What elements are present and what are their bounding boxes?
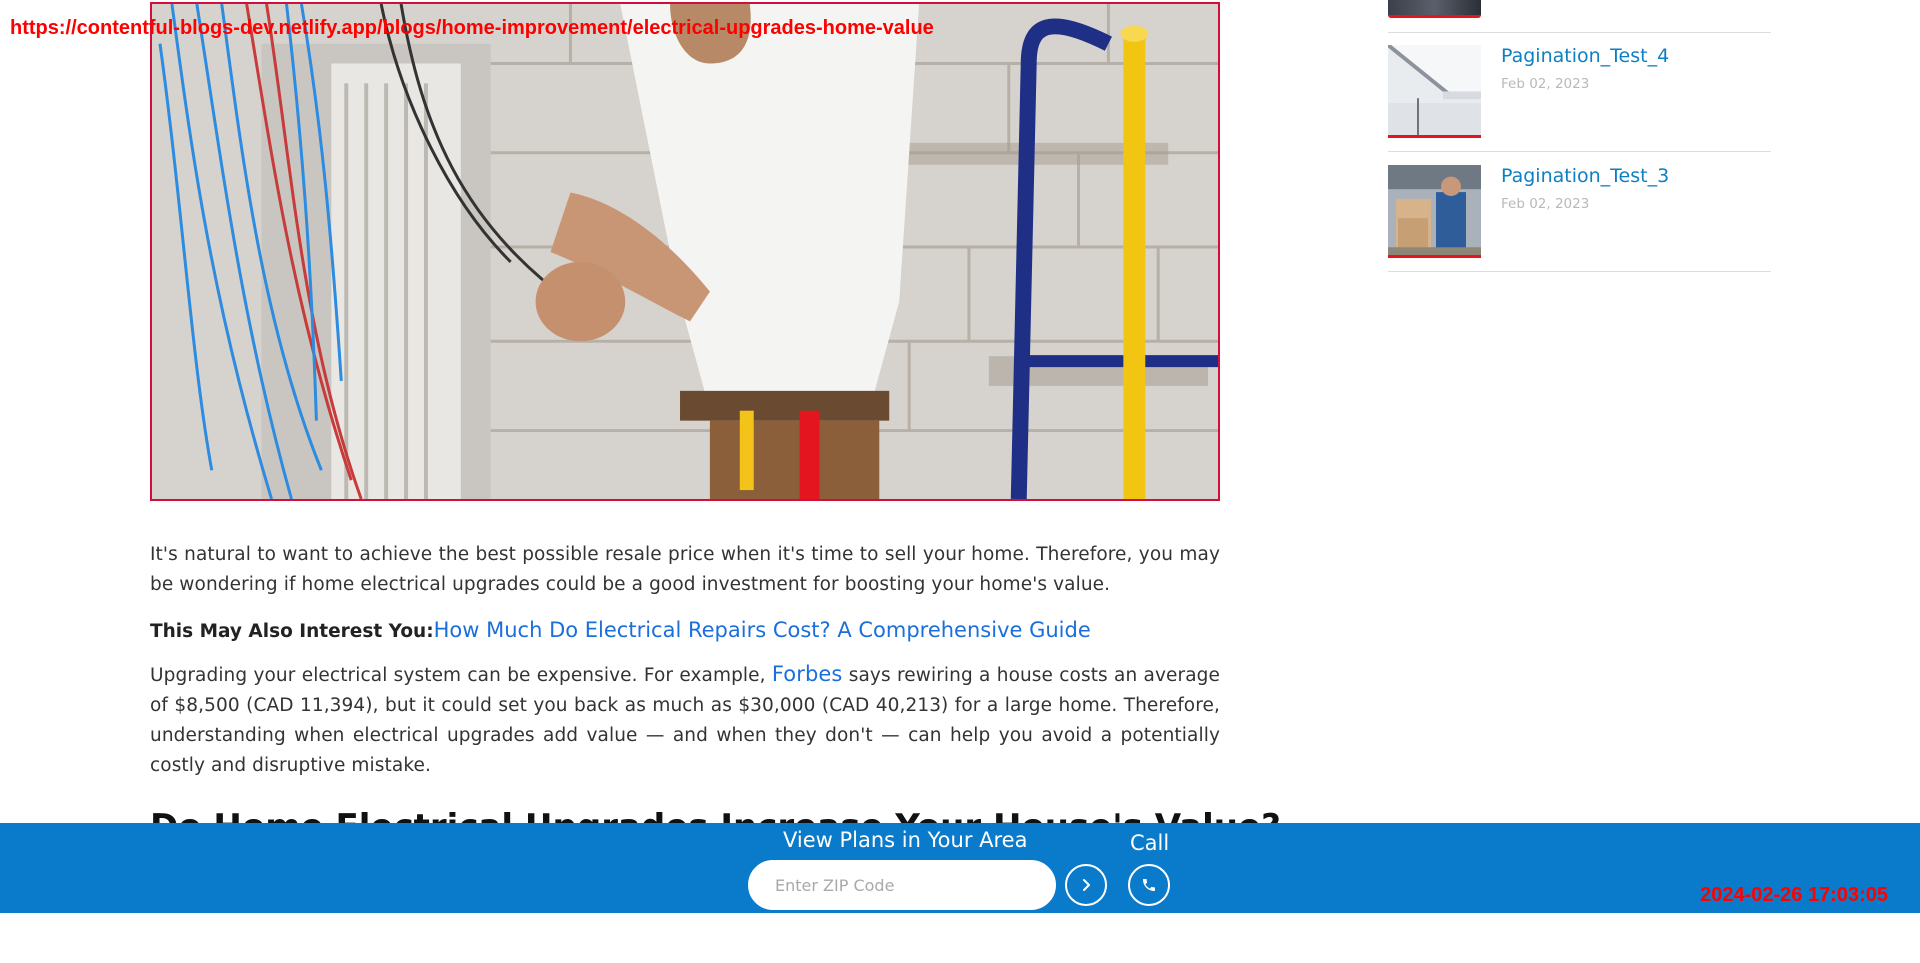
view-plans-label: View Plans in Your Area: [783, 828, 1028, 852]
sidebar-post-date: Feb 02, 2023: [1501, 76, 1590, 92]
hero-image-electrician: [150, 2, 1220, 501]
article-body: It's natural to want to achieve the best…: [150, 540, 1281, 847]
article-cost-paragraph: Upgrading your electrical system can be …: [150, 659, 1220, 781]
sidebar-post-thumbnail[interactable]: [1388, 45, 1481, 138]
sidebar-post-item[interactable]: Pagination_Test_4 Feb 02, 2023: [1388, 45, 1771, 138]
sidebar-post-item[interactable]: Pagination_Test_3 Feb 02, 2023: [1388, 165, 1771, 258]
related-article-link[interactable]: How Much Do Electrical Repairs Cost? A C…: [434, 618, 1091, 642]
sidebar-post-date: Feb 02, 2023: [1501, 196, 1590, 212]
sidebar-thumbnail-partial[interactable]: [1388, 0, 1481, 18]
roof-gutter-thumbnail-image: [1388, 45, 1481, 135]
sticky-plans-bar: View Plans in Your Area Call: [0, 823, 1920, 913]
moving-boxes-thumbnail-image: [1388, 165, 1481, 255]
sidebar-divider: [1388, 32, 1771, 33]
phone-icon: [1143, 879, 1155, 891]
page-url-overlay: https://contentful-blogs-dev.netlify.app…: [10, 17, 934, 39]
cost-paragraph-lead: Upgrading your electrical system can be …: [150, 665, 772, 686]
capture-timestamp-overlay: 2024-02-26 17:03:05: [1700, 884, 1888, 906]
electrician-illustration: [152, 4, 1218, 499]
article-intro-paragraph: It's natural to want to achieve the best…: [150, 544, 1220, 595]
sidebar-post-thumbnail[interactable]: [1388, 165, 1481, 258]
related-article-label: This May Also Interest You:: [150, 621, 434, 642]
call-button[interactable]: [1128, 864, 1170, 906]
sidebar-divider: [1388, 271, 1771, 272]
sidebar-post-title[interactable]: Pagination_Test_4: [1501, 45, 1669, 67]
call-label: Call: [1130, 831, 1170, 855]
sidebar-post-title[interactable]: Pagination_Test_3: [1501, 165, 1669, 187]
forbes-link[interactable]: Forbes: [772, 662, 843, 686]
sidebar-divider: [1388, 151, 1771, 152]
zip-submit-button[interactable]: [1065, 864, 1107, 906]
chevron-right-icon: [1083, 879, 1090, 891]
related-article-line: This May Also Interest You:How Much Do E…: [150, 615, 1220, 647]
zip-code-input[interactable]: [748, 860, 1056, 910]
